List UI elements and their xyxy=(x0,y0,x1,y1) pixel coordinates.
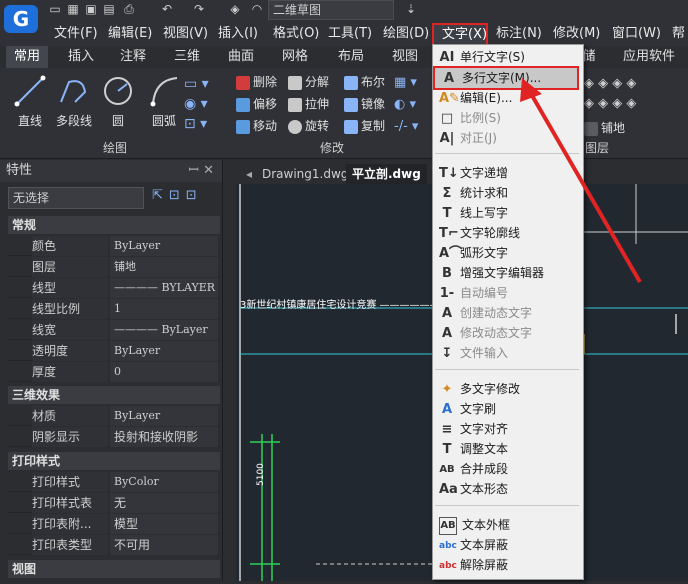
red-arrow-line xyxy=(528,90,642,284)
red-arrow-head xyxy=(520,78,542,102)
annotation-overlay xyxy=(520,78,642,284)
